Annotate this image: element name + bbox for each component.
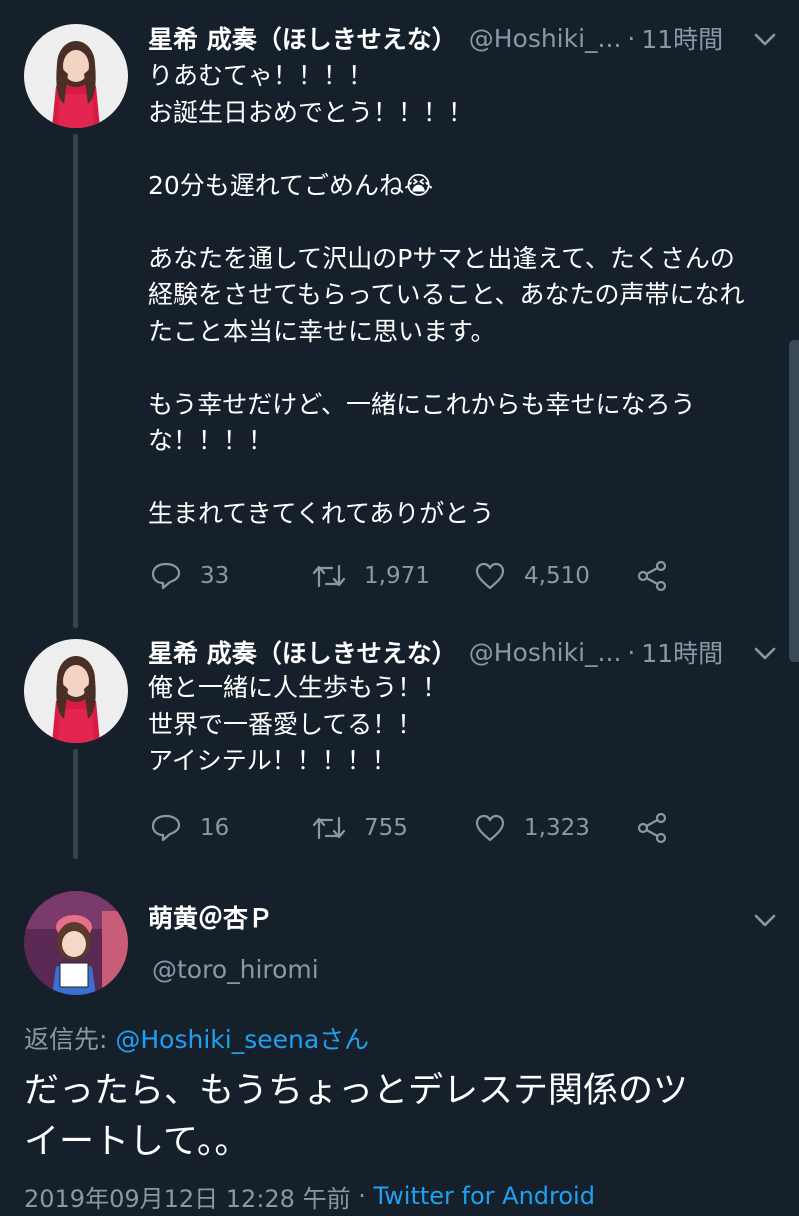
retweet-icon bbox=[312, 816, 346, 840]
like-count: 4,510 bbox=[524, 563, 590, 589]
scrollbar[interactable] bbox=[789, 340, 799, 662]
user-handle[interactable]: @Hoshiki_... bbox=[469, 24, 622, 53]
tweet-date: 2019年09月12日 12:28 午前 bbox=[24, 1184, 351, 1213]
avatar-hoshiki[interactable] bbox=[24, 639, 128, 743]
avatar-hoshiki[interactable] bbox=[24, 24, 128, 128]
thread-line bbox=[73, 134, 78, 628]
retweet-count: 1,971 bbox=[364, 563, 430, 589]
retweet-icon bbox=[312, 564, 346, 588]
separator-dot: · bbox=[627, 23, 636, 53]
tweet-meta: 2019年09月12日 12:28 午前 · Twitter for Andro… bbox=[24, 1176, 595, 1216]
reply-count: 33 bbox=[200, 563, 230, 589]
share-icon bbox=[637, 560, 667, 592]
tweet-actions: 33 1,971 4,510 bbox=[150, 556, 690, 596]
share-button[interactable] bbox=[636, 556, 686, 596]
tweet-header: 星希 成奏（ほしきせえな） @Hoshiki_... · 11時間 bbox=[148, 18, 723, 58]
display-name[interactable]: 星希 成奏（ほしきせえな） bbox=[148, 634, 457, 670]
tweet-header: 星希 成奏（ほしきせえな） @Hoshiki_... · 11時間 bbox=[148, 632, 723, 672]
reply-icon bbox=[151, 814, 181, 842]
display-name[interactable]: 萌黄＠杏Ｐ bbox=[148, 899, 273, 935]
replying-to-label: 返信先: bbox=[24, 1025, 116, 1054]
like-count: 1,323 bbox=[524, 815, 590, 841]
share-button[interactable] bbox=[636, 808, 686, 848]
retweet-button[interactable]: 755 bbox=[312, 808, 408, 848]
reply-button[interactable]: 16 bbox=[150, 808, 229, 848]
share-icon bbox=[637, 812, 667, 844]
retweet-button[interactable]: 1,971 bbox=[312, 556, 430, 596]
tweet-timestamp[interactable]: 11時間 bbox=[641, 634, 723, 670]
author-name-row: 萌黄＠杏Ｐ bbox=[148, 897, 273, 937]
like-icon bbox=[475, 814, 505, 842]
separator-dot: · bbox=[350, 1182, 374, 1210]
tweet-text: りあむてゃ！！！！ お誕生日おめでとう！！！！ 20分も遅れてごめんね😭 あなた… bbox=[148, 61, 745, 528]
reply-icon bbox=[151, 562, 181, 590]
chevron-down-icon[interactable] bbox=[752, 26, 778, 52]
tweet-source-link[interactable]: Twitter for Android bbox=[373, 1182, 594, 1210]
tweet-timestamp[interactable]: 11時間 bbox=[641, 20, 723, 56]
tweet-text: 俺と一緒に人生歩もう！！ 世界で一番愛してる！！ アイシテル！！！！！ bbox=[148, 673, 448, 775]
thread-line bbox=[73, 749, 78, 859]
focused-tweet-text: だったら、もうちょっとデレステ関係のツ イートして。。 bbox=[24, 1071, 688, 1162]
tweet-actions: 16 755 1,323 bbox=[150, 808, 690, 848]
user-handle[interactable]: @Hoshiki_... bbox=[469, 638, 622, 667]
display-name[interactable]: 星希 成奏（ほしきせえな） bbox=[148, 20, 457, 56]
user-handle[interactable]: @toro_hiromi bbox=[152, 955, 319, 984]
author-handle-row: @toro_hiromi bbox=[152, 949, 319, 989]
like-button[interactable]: 4,510 bbox=[474, 556, 590, 596]
reply-count: 16 bbox=[200, 815, 230, 841]
avatar-toro-hiromi[interactable] bbox=[24, 891, 128, 995]
chevron-down-icon[interactable] bbox=[752, 640, 778, 666]
like-icon bbox=[475, 562, 505, 590]
chevron-down-icon[interactable] bbox=[752, 907, 778, 933]
like-button[interactable]: 1,323 bbox=[474, 808, 590, 848]
reply-to-link[interactable]: @Hoshiki_seenaさん bbox=[115, 1020, 369, 1056]
separator-dot: · bbox=[627, 637, 636, 667]
reply-button[interactable]: 33 bbox=[150, 556, 229, 596]
replying-to: 返信先: @Hoshiki_seenaさん bbox=[24, 1018, 369, 1058]
retweet-count: 755 bbox=[364, 815, 408, 841]
